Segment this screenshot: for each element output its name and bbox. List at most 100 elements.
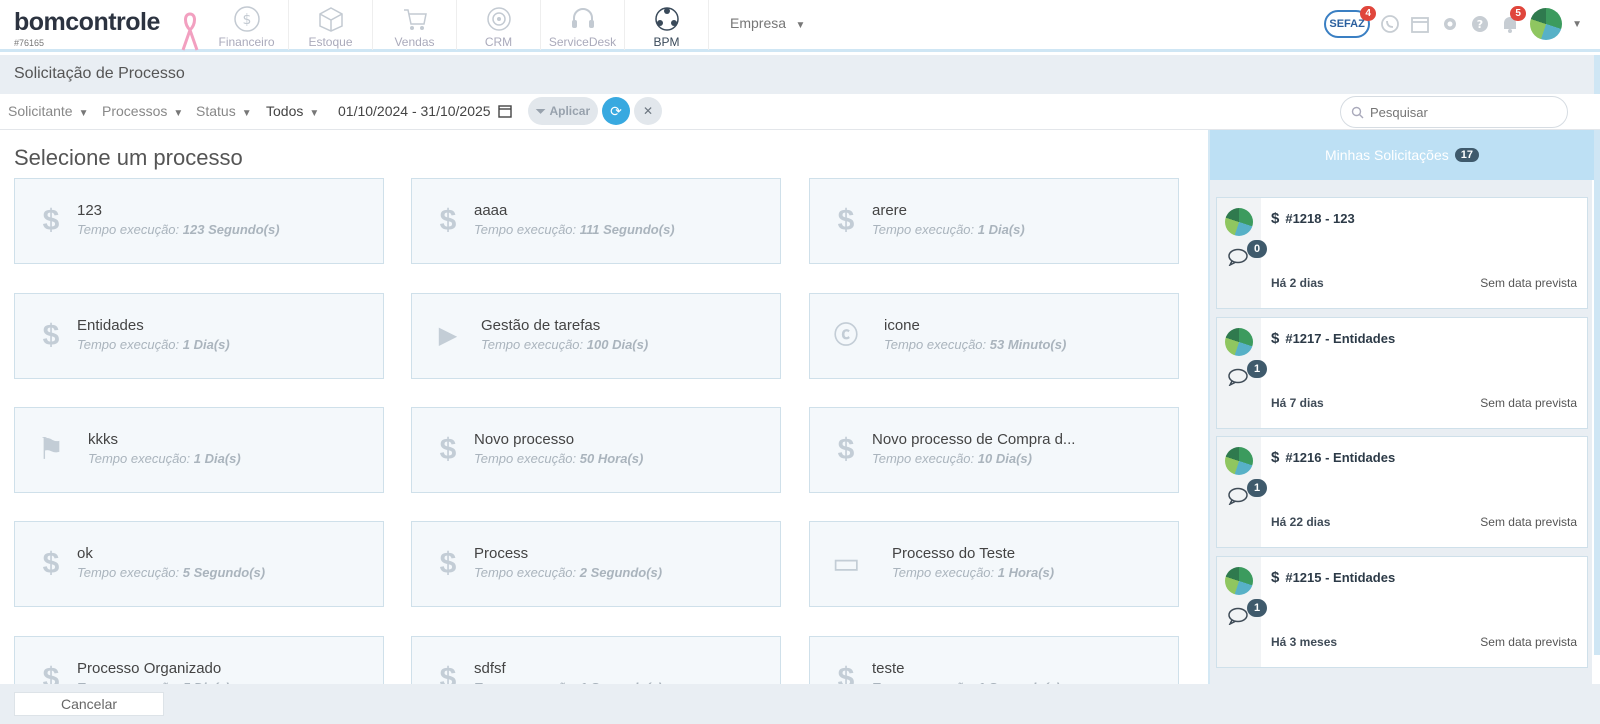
comment-icon [1228,487,1248,505]
dollar-icon: $ [42,547,60,580]
clear-filter-button[interactable]: ✕ [634,97,662,125]
dollar-icon: $ [42,662,60,685]
request-card[interactable]: 0 $ #1218 - 123 Há 2 dias Sem data prevista [1216,197,1588,309]
logo[interactable]: bomcontrole #76165 [14,8,160,48]
chevron-down-icon: ▼ [309,108,320,119]
chevron-down-icon: ▼ [78,108,89,119]
whatsapp-icon[interactable] [1380,14,1400,34]
dollar-icon: $ [42,204,60,237]
refresh-button[interactable]: ⟳ [602,97,630,125]
request-title: $ #1217 - Entidades [1271,330,1395,347]
avatar [1225,447,1253,475]
module-label: ServiceDesk [548,35,617,49]
exec-time-prefix: Tempo execução: [77,337,180,352]
exec-time-value: 1 Hora(s) [997,565,1055,580]
filter-label: Todos [266,103,304,119]
process-card[interactable]: $ ok Tempo execução: 5 Segundo(s) [14,521,384,607]
cancel-button[interactable]: Cancelar [14,692,164,716]
module-financeiro[interactable]: $ Financeiro [205,0,289,50]
module-bpm[interactable]: BPM [625,0,709,50]
sefaz-badge: 4 [1360,6,1377,21]
module-vendas[interactable]: Vendas [373,0,457,50]
gear-icon[interactable] [1440,14,1460,34]
help-icon[interactable]: ? [1470,14,1490,34]
process-card[interactable]: $ aaaa Tempo execução: 111 Segundo(s) [411,178,781,264]
calendar-icon[interactable] [1410,14,1430,34]
avatar [1225,567,1253,595]
process-card[interactable]: $ Novo processo de Compra d... Tempo execu… [809,407,1179,493]
process-card[interactable]: ▭ Processo do Teste Tempo execução: 1 Hora… [809,521,1179,607]
comment-count: 0 [1247,240,1267,258]
target-icon [486,7,511,31]
process-exec-time: Tempo execução: 50 Hora(s) [474,451,643,466]
exec-time-value: 5 Segundo(s) [182,565,266,580]
play-circle-icon: ▶ [438,322,458,349]
request-due-date: Sem data prevista [1480,635,1577,649]
process-card[interactable]: $123 Tempo execução: 123 Segundo(s) [14,178,384,264]
solicitante-filter[interactable]: Solicitante ▼ [8,103,89,119]
date-range-picker[interactable]: 01/10/2024 - 31/10/2025 [338,103,513,119]
footer: Cancelar [0,684,1600,724]
process-card[interactable]: $ Novo processo Tempo execução: 50 Hora(s) [411,407,781,493]
page-header: Solicitação de Processo [0,55,1600,94]
request-card[interactable]: 1 $ #1216 - Entidades Há 22 dias Sem data pr… [1216,436,1588,548]
dollar-icon: $ [1271,210,1280,227]
process-card[interactable]: ⓒ icone Tempo execução: 53 Minuto(s) [809,293,1179,379]
comment-count: 1 [1247,360,1267,378]
exec-time-prefix: Tempo execução: [872,451,975,466]
process-card[interactable]: $ Process Tempo execução: 2 Segundo(s) [411,521,781,607]
module-servicedesk[interactable]: ServiceDesk [541,0,625,50]
search-input[interactable] [1370,104,1550,120]
apply-filter-button[interactable]: ⏷ Aplicar [528,97,598,125]
exec-time-prefix: Tempo execução: [77,565,180,580]
dollar-icon: $ [1271,449,1280,466]
status-filter[interactable]: Status ▼ [196,103,252,119]
process-card[interactable]: $testeTempo execução: 1 Segundo(s) [809,636,1179,684]
module-crm[interactable]: CRM [457,0,541,50]
page-title: Solicitação de Processo [14,65,185,82]
processos-filter[interactable]: Processos ▼ [102,103,183,119]
dollar-icon: $ [439,662,457,685]
date-range-value: 01/10/2024 - 31/10/2025 [338,103,491,119]
process-name: aaaa [474,202,508,219]
sefaz-button[interactable]: SEFAZ 4 [1324,6,1377,38]
process-card[interactable]: $Processo OrganizadoTempo execução: 5 Di… [14,636,384,684]
filter-icon: ⏷ [535,103,546,118]
process-exec-time: Tempo execução: 10 Dia(s) [872,451,1032,466]
avatar [1225,208,1253,236]
process-card[interactable]: $sdfsfTempo execução: 1 Segundo(s) [411,636,781,684]
user-avatar[interactable] [1530,8,1563,40]
request-card[interactable]: 1 $ #1217 - Entidades Há 7 dias Sem data pre… [1216,317,1588,429]
notifications-button[interactable]: 5 [1500,6,1527,34]
request-age: Há 22 dias [1271,515,1331,529]
exec-time-value: 2 Segundo(s) [579,565,663,580]
exec-time-prefix: Tempo execução: [892,565,995,580]
exec-time-prefix: Tempo execução: [77,222,180,237]
filter-bar: Solicitante ▼ Processos ▼ Status ▼ Todos ▼ 0… [0,94,1600,130]
module-label: Vendas [394,35,435,49]
process-card[interactable]: ⚑ kkks Tempo execução: 1 Dia(s) [14,407,384,493]
exec-time-value: 1 Dia(s) [193,451,241,466]
chevron-down-icon: ▼ [173,108,184,119]
empresa-dropdown[interactable]: Empresa ▼ [730,15,805,31]
creative-commons-icon: ⓒ [834,322,858,349]
filter-label: Status [196,103,236,119]
process-card[interactable]: $ arere Tempo execução: 1 Dia(s) [809,178,1179,264]
chevron-down-icon[interactable]: ▼ [1572,19,1582,30]
dollar-icon: $ [439,433,457,466]
process-exec-time: Tempo execução: 123 Segundo(s) [77,222,280,237]
banner-icon: ⚑ [37,433,65,466]
page-scrollbar[interactable] [1594,55,1600,655]
sefaz-label: SEFAZ [1329,18,1365,30]
process-card[interactable]: $ Entidades Tempo execução: 1 Dia(s) [14,293,384,379]
module-estoque[interactable]: Estoque [289,0,373,50]
dollar-icon: $ [439,547,457,580]
module-label: CRM [484,35,513,49]
process-card[interactable]: ▶ Gestão de tarefas Tempo execução: 100 Di… [411,293,781,379]
dollar-icon: $ [42,319,60,352]
account-code: #76165 [14,38,45,48]
my-requests-count: 17 [1454,148,1479,162]
request-title: $ #1216 - Entidades [1271,449,1395,466]
todos-filter[interactable]: Todos ▼ [266,103,319,119]
request-card[interactable]: 1 $ #1215 - Entidades Há 3 meses Sem data pr… [1216,556,1588,668]
